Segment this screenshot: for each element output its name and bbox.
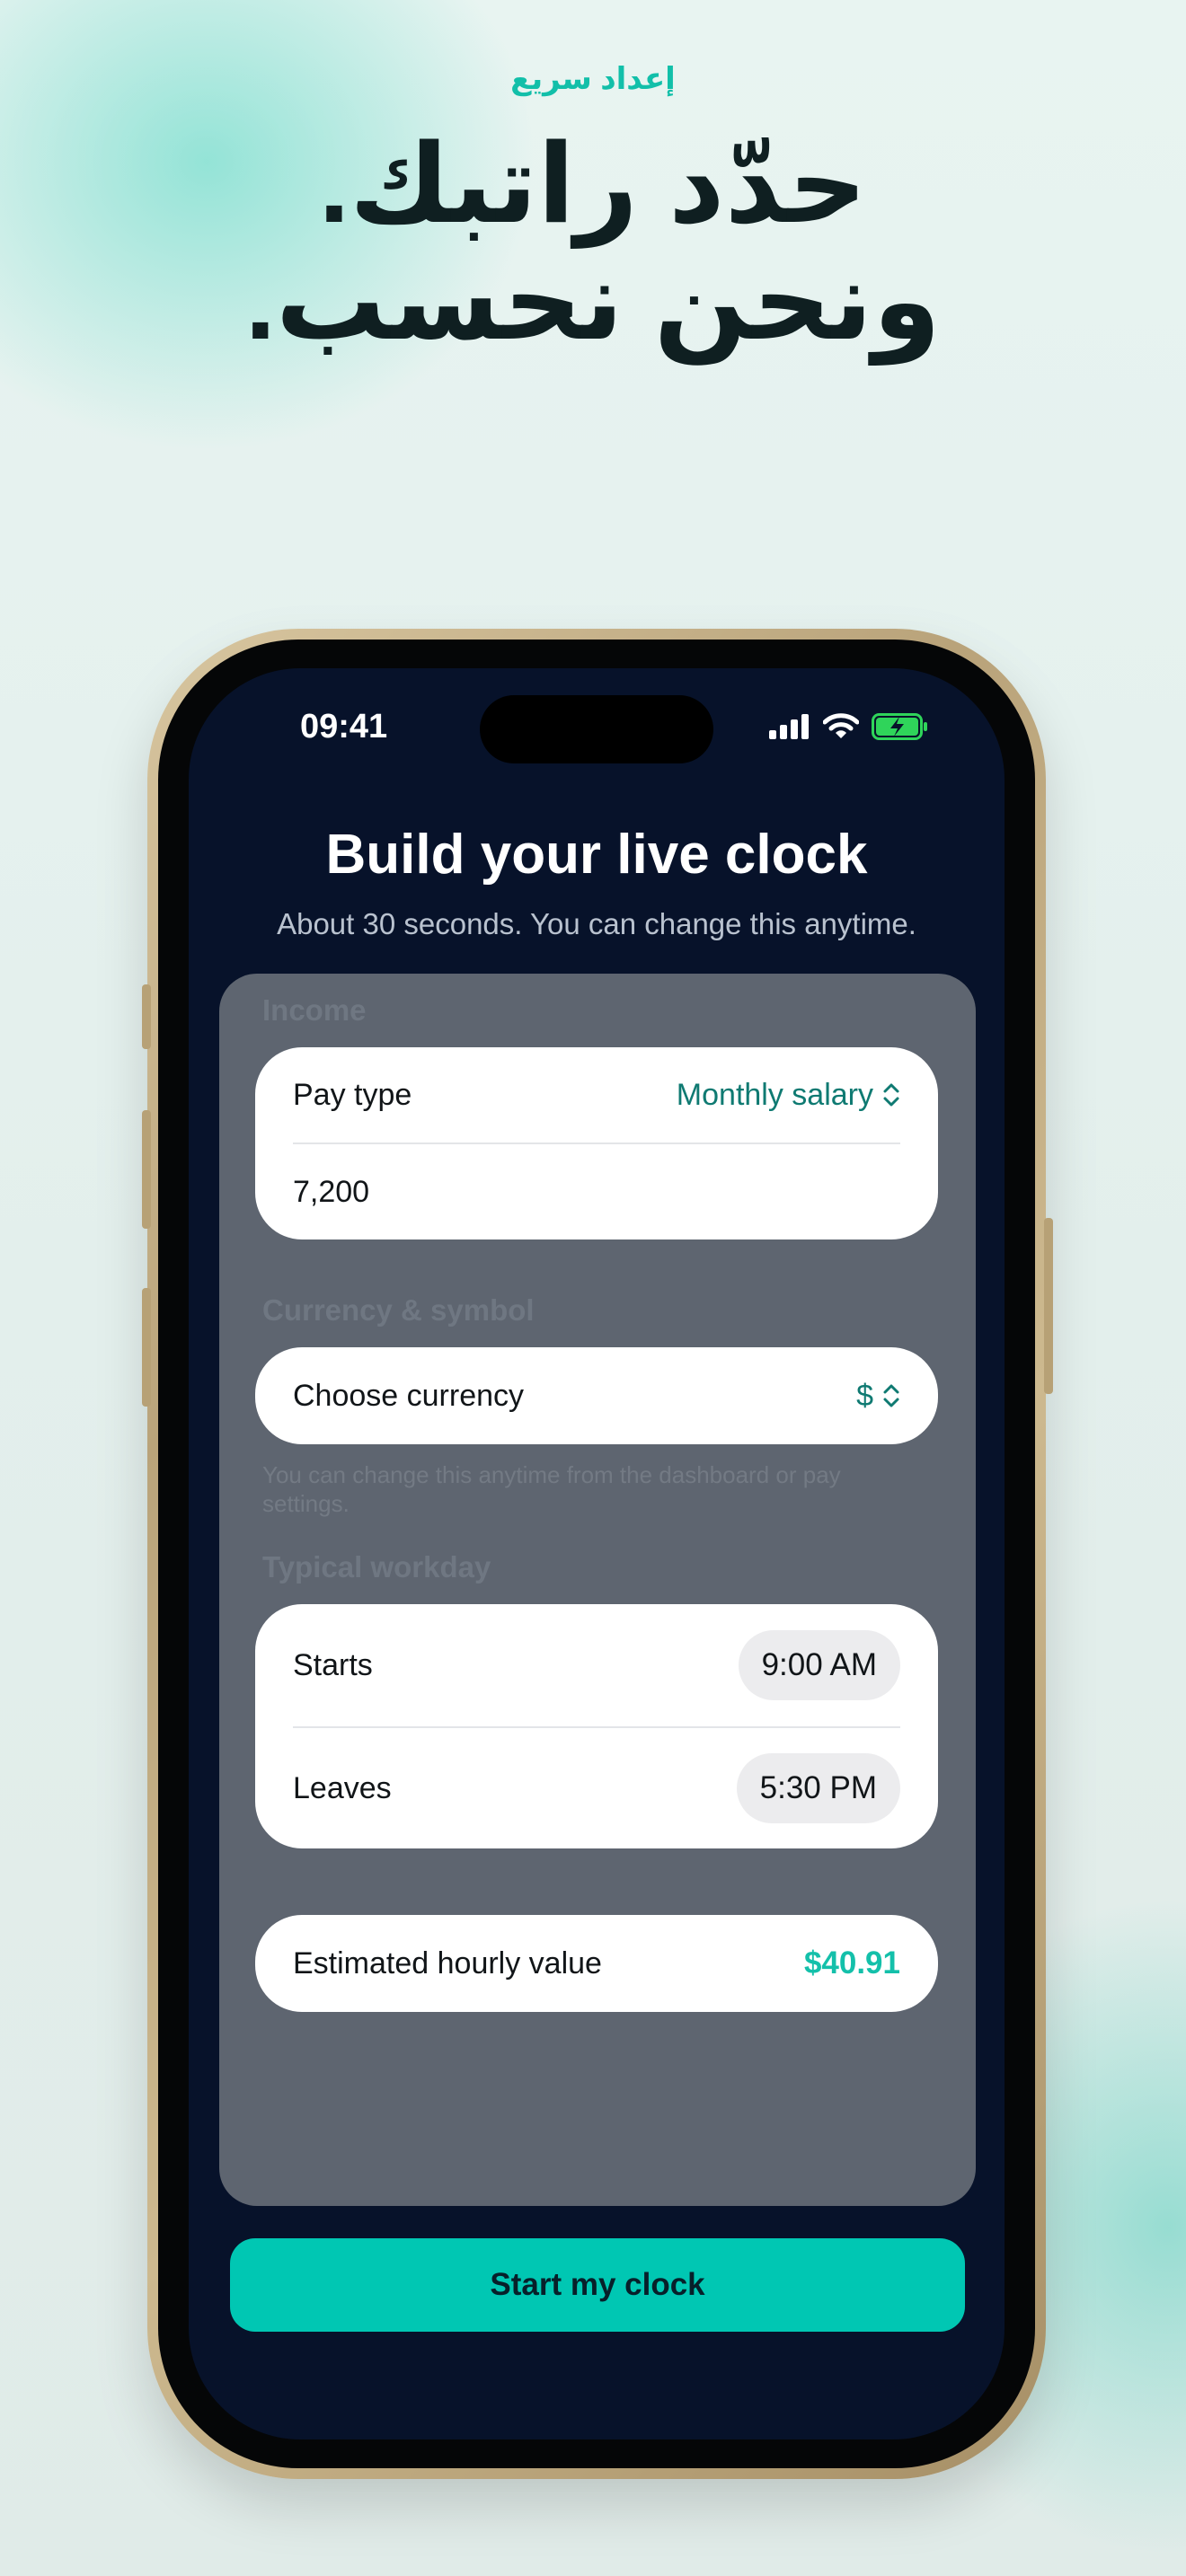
workday-card: Starts 9:00 AM Leaves 5:30 PM: [255, 1604, 938, 1848]
amount-row[interactable]: 7,200: [293, 1144, 900, 1239]
currency-symbol: $: [856, 1378, 873, 1413]
hero-eyebrow: إعداد سريع: [510, 62, 676, 96]
starts-row: Starts 9:00 AM: [293, 1604, 900, 1726]
hero-headline-line-1: حدّد راتبك.: [318, 123, 868, 245]
leaves-time-picker[interactable]: 5:30 PM: [736, 1753, 900, 1823]
action-button: [142, 984, 151, 1049]
estimate-row: Estimated hourly value $40.91: [293, 1915, 900, 2012]
status-icons: [769, 713, 929, 740]
phone-screen: 09:41 Build your live clock About 30 sec…: [189, 668, 1005, 2439]
leaves-row: Leaves 5:30 PM: [293, 1728, 900, 1848]
currency-help-text: You can change this anytime from the das…: [262, 1461, 841, 1517]
choose-currency-label: Choose currency: [293, 1378, 525, 1413]
pay-type-row[interactable]: Pay type Monthly salary: [293, 1047, 900, 1142]
pay-type-picker[interactable]: Monthly salary: [677, 1078, 900, 1113]
status-time: 09:41: [300, 708, 388, 745]
estimate-value: $40.91: [803, 1945, 900, 1981]
dynamic-island: [480, 695, 713, 763]
starts-label: Starts: [293, 1647, 373, 1682]
volume-down-button: [142, 1288, 151, 1407]
income-section-label: Income: [262, 993, 367, 1027]
chevron-up-down-icon: [883, 1384, 899, 1407]
screen-subtitle: About 30 seconds. You can change this an…: [277, 907, 916, 940]
pay-type-value: Monthly salary: [676, 1077, 873, 1112]
chevron-up-down-icon: [883, 1083, 899, 1107]
workday-section-label: Typical workday: [262, 1550, 491, 1584]
estimate-card: Estimated hourly value $40.91: [255, 1915, 938, 2012]
start-my-clock-button[interactable]: Start my clock: [230, 2238, 965, 2332]
income-card: Pay type Monthly salary 7,200: [255, 1047, 938, 1239]
currency-row[interactable]: Choose currency $: [293, 1347, 900, 1444]
currency-card[interactable]: Choose currency $: [255, 1347, 938, 1444]
battery-charging-icon: [872, 713, 927, 740]
currency-section-label: Currency & symbol: [262, 1293, 535, 1327]
power-button: [1044, 1218, 1053, 1394]
volume-up-button: [142, 1110, 151, 1229]
screen-title: Build your live clock: [325, 824, 868, 886]
estimate-label: Estimated hourly value: [293, 1945, 602, 1981]
leaves-label: Leaves: [293, 1770, 392, 1805]
currency-picker[interactable]: $: [856, 1379, 900, 1414]
salary-amount-input[interactable]: 7,200: [293, 1175, 369, 1210]
hero-headline: حدّد راتبك. ونحن نحسب.: [0, 126, 1186, 359]
pay-type-label: Pay type: [293, 1077, 412, 1112]
wifi-icon: [823, 713, 859, 738]
starts-time-picker[interactable]: 9:00 AM: [738, 1630, 900, 1700]
hero-headline-line-2: ونحن نحسب.: [244, 240, 942, 362]
signal-icon: [769, 714, 809, 739]
